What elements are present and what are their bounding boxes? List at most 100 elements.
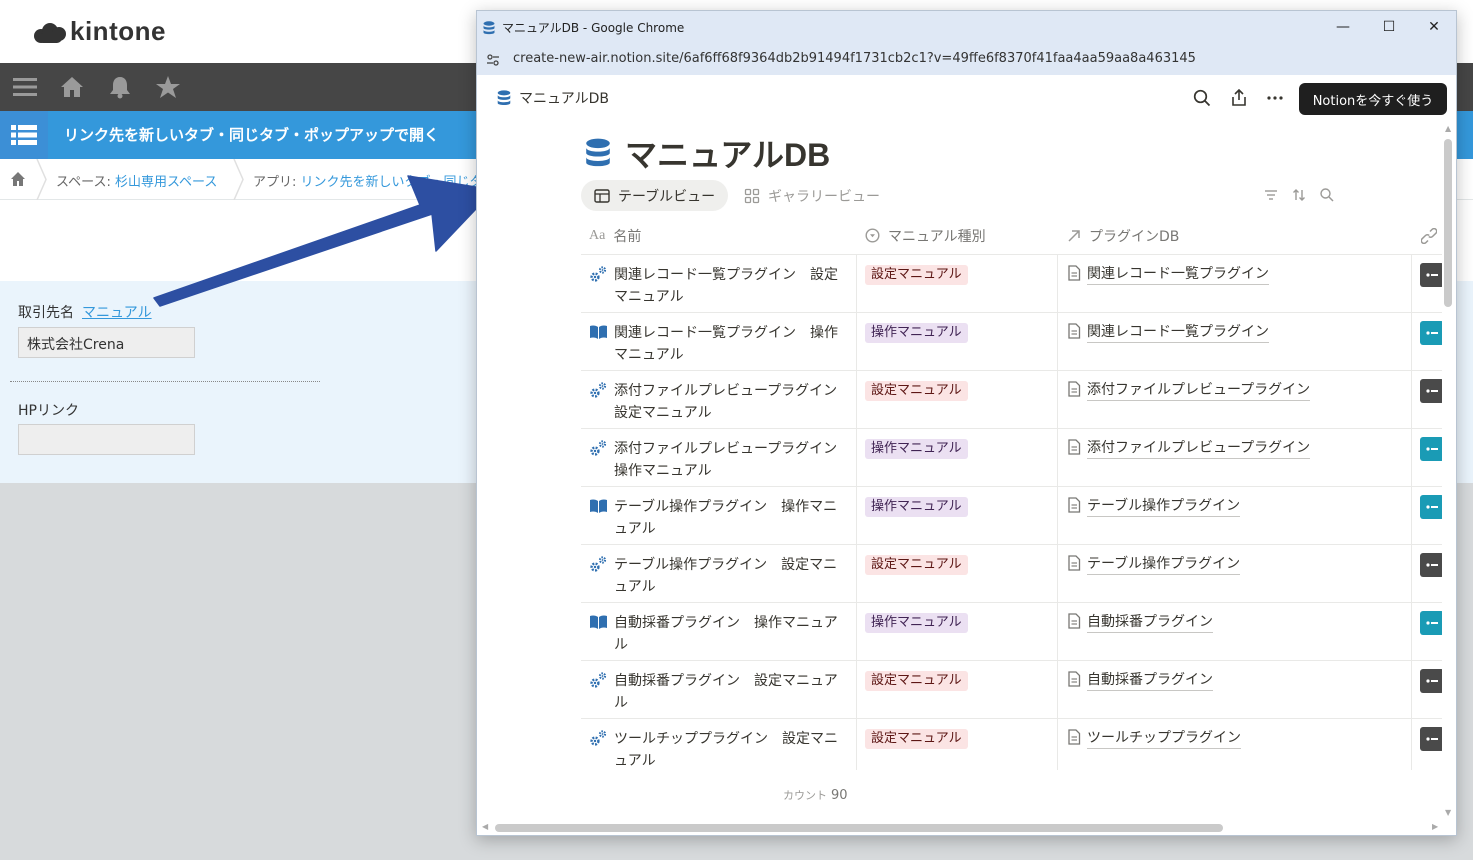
row-name-cell[interactable]: テーブル操作プラグイン 操作マニュアル bbox=[589, 496, 853, 540]
table-row[interactable]: 関連レコード一覧プラグイン 操作マニュアル 操作マニュアル 関連レコード一覧プラグイ… bbox=[581, 312, 1442, 370]
row-name[interactable]: 添付ファイルプレビュープラグイン操作マニュアル bbox=[614, 438, 842, 482]
url-badge-icon[interactable] bbox=[1420, 437, 1442, 461]
plugin-relation[interactable]: ツールチッププラグイン bbox=[1067, 728, 1241, 749]
plugin-relation[interactable]: テーブル操作プラグイン bbox=[1067, 554, 1241, 575]
close-button[interactable]: ✕ bbox=[1411, 11, 1456, 43]
row-divider bbox=[581, 312, 1442, 313]
plugin-relation-label[interactable]: 添付ファイルプレビュープラグイン bbox=[1087, 438, 1311, 459]
client-name-field[interactable]: 株式会社Crena bbox=[18, 327, 195, 358]
table-row[interactable]: 自動採番プラグイン 操作マニュアル 操作マニュアル 自動採番プラグイン bbox=[581, 602, 1442, 660]
plugin-relation[interactable]: 関連レコード一覧プラグイン bbox=[1067, 264, 1269, 285]
plugin-relation-label[interactable]: 添付ファイルプレビュープラグイン bbox=[1087, 380, 1311, 401]
row-name[interactable]: 関連レコード一覧プラグイン 設定マニュアル bbox=[614, 264, 842, 308]
row-name[interactable]: ツールチッププラグイン 設定マニュアル bbox=[614, 728, 842, 770]
url-text[interactable]: create-new-air.notion.site/6af6ff68f9364… bbox=[513, 51, 1196, 66]
tab-gallery-view[interactable]: ギャラリービュー bbox=[731, 180, 893, 211]
url-badge-icon[interactable] bbox=[1420, 321, 1442, 345]
row-name[interactable]: 関連レコード一覧プラグイン 操作マニュアル bbox=[614, 322, 842, 366]
row-name-cell[interactable]: テーブル操作プラグイン 設定マニュアル bbox=[589, 554, 853, 598]
star-icon[interactable] bbox=[155, 75, 181, 99]
plugin-relation-label[interactable]: テーブル操作プラグイン bbox=[1087, 554, 1241, 575]
row-name-cell[interactable]: 関連レコード一覧プラグイン 操作マニュアル bbox=[589, 322, 853, 366]
window-titlebar[interactable]: マニュアルDB - Google Chrome — ☐ ✕ bbox=[477, 11, 1456, 43]
row-name[interactable]: 自動採番プラグイン 操作マニュアル bbox=[614, 612, 842, 656]
home-icon[interactable] bbox=[59, 75, 85, 99]
gears-icon bbox=[589, 671, 608, 691]
scroll-up-arrow-icon[interactable]: ▲ bbox=[1445, 124, 1451, 133]
menu-icon[interactable] bbox=[12, 75, 38, 99]
column-label: 名前 bbox=[613, 228, 642, 245]
chrome-popup-window[interactable]: マニュアルDB - Google Chrome — ☐ ✕ create-new… bbox=[476, 10, 1457, 836]
breadcrumb-app-link[interactable]: リンク先を新しいタブ・同じタブ bbox=[301, 175, 496, 190]
row-name[interactable]: 添付ファイルプレビュープラグイン設定マニュアル bbox=[614, 380, 842, 424]
address-bar[interactable]: create-new-air.notion.site/6af6ff68f9364… bbox=[477, 43, 1456, 75]
view-search-icon[interactable] bbox=[1319, 187, 1335, 203]
more-options-icon[interactable] bbox=[1264, 87, 1286, 109]
manual-type-tag: 設定マニュアル bbox=[865, 555, 968, 575]
plugin-relation-label[interactable]: 関連レコード一覧プラグイン bbox=[1087, 322, 1269, 343]
book-icon bbox=[589, 323, 608, 343]
row-name-cell[interactable]: 添付ファイルプレビュープラグイン設定マニュアル bbox=[589, 380, 853, 424]
plugin-relation-label[interactable]: テーブル操作プラグイン bbox=[1087, 496, 1241, 517]
sort-icon[interactable] bbox=[1291, 187, 1307, 203]
table-row[interactable]: ツールチッププラグイン 設定マニュアル 設定マニュアル ツールチッププラグイン bbox=[581, 718, 1442, 770]
table-row[interactable]: 関連レコード一覧プラグイン 設定マニュアル 設定マニュアル 関連レコード一覧プラグイ… bbox=[581, 254, 1442, 312]
row-name-cell[interactable]: 添付ファイルプレビュープラグイン操作マニュアル bbox=[589, 438, 853, 482]
row-name[interactable]: 自動採番プラグイン 設定マニュアル bbox=[614, 670, 842, 714]
url-badge-icon[interactable] bbox=[1420, 669, 1442, 693]
bell-icon[interactable] bbox=[107, 75, 133, 99]
search-icon[interactable] bbox=[1191, 87, 1213, 109]
row-name-cell[interactable]: ツールチッププラグイン 設定マニュアル bbox=[589, 728, 853, 770]
plugin-relation[interactable]: 自動採番プラグイン bbox=[1067, 612, 1213, 633]
kintone-logo[interactable]: kintone bbox=[34, 16, 166, 47]
maximize-button[interactable]: ☐ bbox=[1366, 11, 1412, 43]
scroll-right-arrow-icon[interactable]: ▶ bbox=[1432, 822, 1438, 831]
hp-link-field[interactable] bbox=[18, 424, 195, 455]
table-row[interactable]: 自動採番プラグイン 設定マニュアル 設定マニュアル 自動採番プラグイン bbox=[581, 660, 1442, 718]
horizontal-scrollbar[interactable] bbox=[495, 824, 1223, 832]
row-name-cell[interactable]: 自動採番プラグイン 設定マニュアル bbox=[589, 670, 853, 714]
plugin-relation[interactable]: 添付ファイルプレビュープラグイン bbox=[1067, 380, 1311, 401]
table-row[interactable]: 添付ファイルプレビュープラグイン設定マニュアル 設定マニュアル 添付ファイルプレビュ… bbox=[581, 370, 1442, 428]
notion-breadcrumb[interactable]: マニュアルDB bbox=[497, 88, 609, 108]
vertical-scrollbar[interactable] bbox=[1444, 139, 1452, 307]
url-badge-icon[interactable] bbox=[1420, 727, 1442, 751]
manual-link[interactable]: マニュアル bbox=[82, 305, 152, 321]
breadcrumb-space-link[interactable]: 杉山専用スペース bbox=[115, 175, 217, 190]
breadcrumb-label: マニュアルDB bbox=[519, 91, 609, 107]
row-name-cell[interactable]: 自動採番プラグイン 操作マニュアル bbox=[589, 612, 853, 656]
try-notion-button[interactable]: Notionを今すぐ使う bbox=[1299, 83, 1447, 115]
column-header-name[interactable]: Aa 名前 bbox=[589, 218, 641, 253]
plugin-relation[interactable]: 添付ファイルプレビュープラグイン bbox=[1067, 438, 1311, 459]
url-badge-icon[interactable] bbox=[1420, 379, 1442, 403]
table-row[interactable]: テーブル操作プラグイン 設定マニュアル 設定マニュアル テーブル操作プラグイン bbox=[581, 544, 1442, 602]
tab-table-view[interactable]: テーブルビュー bbox=[581, 180, 729, 211]
plugin-relation[interactable]: 関連レコード一覧プラグイン bbox=[1067, 322, 1269, 343]
row-name[interactable]: テーブル操作プラグイン 設定マニュアル bbox=[614, 554, 842, 598]
table-row[interactable]: テーブル操作プラグイン 操作マニュアル 操作マニュアル テーブル操作プラグイン bbox=[581, 486, 1442, 544]
share-icon[interactable] bbox=[1228, 87, 1250, 109]
url-badge-icon[interactable] bbox=[1420, 553, 1442, 577]
scroll-left-arrow-icon[interactable]: ◀ bbox=[482, 822, 488, 831]
app-list-icon[interactable] bbox=[0, 111, 48, 159]
column-header-type[interactable]: マニュアル種別 bbox=[865, 218, 986, 253]
scroll-down-arrow-icon[interactable]: ▼ bbox=[1445, 808, 1451, 817]
minimize-button[interactable]: — bbox=[1320, 11, 1366, 43]
column-header-plugin[interactable]: プラグインDB bbox=[1067, 218, 1179, 253]
filter-icon[interactable] bbox=[1263, 187, 1279, 203]
row-name[interactable]: テーブル操作プラグイン 操作マニュアル bbox=[614, 496, 842, 540]
url-badge-icon[interactable] bbox=[1420, 611, 1442, 635]
row-name-cell[interactable]: 関連レコード一覧プラグイン 設定マニュアル bbox=[589, 264, 853, 308]
plugin-relation-label[interactable]: ツールチッププラグイン bbox=[1087, 728, 1241, 749]
plugin-relation[interactable]: 自動採番プラグイン bbox=[1067, 670, 1213, 691]
plugin-relation[interactable]: テーブル操作プラグイン bbox=[1067, 496, 1241, 517]
url-badge-icon[interactable] bbox=[1420, 263, 1442, 287]
site-settings-icon[interactable] bbox=[486, 52, 500, 66]
breadcrumb-home-icon[interactable] bbox=[10, 171, 26, 187]
table-row[interactable]: 添付ファイルプレビュープラグイン操作マニュアル 操作マニュアル 添付ファイルプレビュ… bbox=[581, 428, 1442, 486]
column-header-url[interactable] bbox=[1421, 218, 1437, 253]
plugin-relation-label[interactable]: 関連レコード一覧プラグイン bbox=[1087, 264, 1269, 285]
plugin-relation-label[interactable]: 自動採番プラグイン bbox=[1087, 612, 1213, 633]
plugin-relation-label[interactable]: 自動採番プラグイン bbox=[1087, 670, 1213, 691]
url-badge-icon[interactable] bbox=[1420, 495, 1442, 519]
